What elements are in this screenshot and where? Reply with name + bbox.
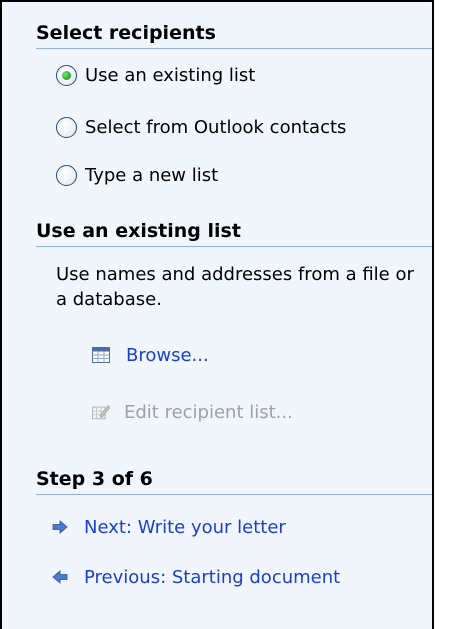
previous-step-link[interactable]: Previous: Starting document — [52, 564, 340, 590]
next-step-label[interactable]: Next: Write your letter — [84, 517, 286, 538]
radio-use-existing-list[interactable]: Use an existing list — [56, 62, 255, 88]
section-header-step: Step 3 of 6 — [36, 468, 432, 495]
radio-label: Type a new list — [85, 164, 219, 186]
radio-label: Select from Outlook contacts — [85, 116, 347, 138]
radio-select-outlook-contacts[interactable]: Select from Outlook contacts — [56, 114, 346, 140]
previous-step-label[interactable]: Previous: Starting document — [84, 567, 340, 588]
section-header-select-recipients: Select recipients — [36, 22, 432, 49]
edit-recipient-list-link: Edit recipient list... — [92, 399, 293, 425]
edit-recipient-list-label: Edit recipient list... — [124, 401, 293, 423]
arrow-left-icon — [52, 570, 68, 584]
radio-button[interactable] — [56, 116, 77, 138]
radio-label: Use an existing list — [85, 64, 256, 86]
radio-button[interactable] — [56, 64, 77, 86]
browse-label[interactable]: Browse... — [126, 345, 209, 366]
table-icon — [92, 347, 110, 363]
radio-type-new-list[interactable]: Type a new list — [56, 162, 218, 188]
edit-list-icon — [92, 404, 110, 420]
section-header-use-existing-list: Use an existing list — [36, 220, 432, 247]
next-step-link[interactable]: Next: Write your letter — [52, 514, 286, 540]
existing-list-description: Use names and addresses from a file or a… — [56, 264, 414, 310]
radio-selected-dot — [62, 70, 71, 80]
arrow-right-icon — [52, 520, 68, 534]
radio-button[interactable] — [56, 164, 77, 186]
mail-merge-task-pane: Select recipients Use an existing list S… — [0, 0, 434, 629]
browse-link[interactable]: Browse... — [92, 342, 209, 368]
